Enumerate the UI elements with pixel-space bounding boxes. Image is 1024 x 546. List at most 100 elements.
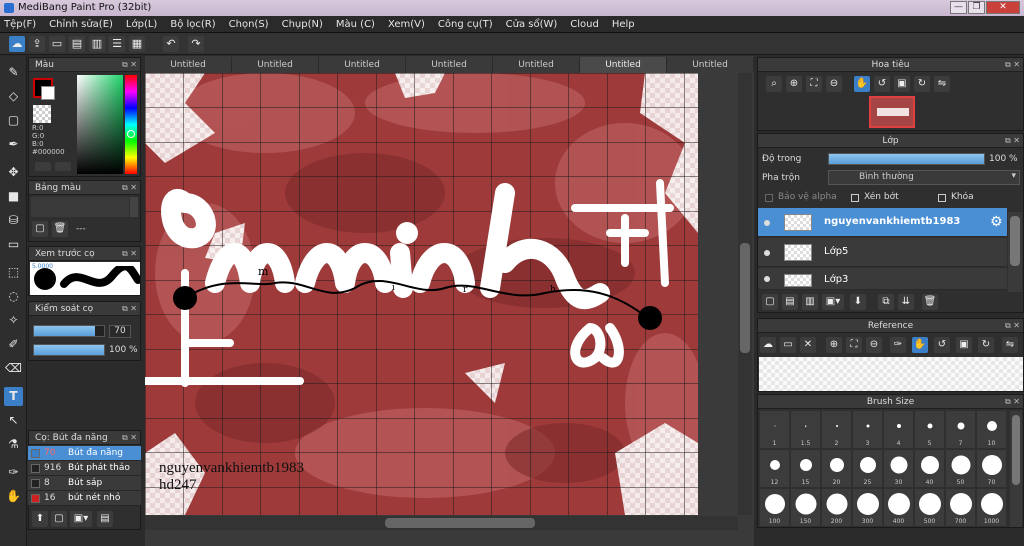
document-icon[interactable]: ▥: [89, 36, 105, 52]
navigator-thumbnail[interactable]: [869, 96, 915, 128]
bucket-tool-icon[interactable]: ⛁: [4, 211, 23, 230]
brush-item-fine[interactable]: 16 bút nét nhỏ: [28, 491, 141, 506]
menu-select[interactable]: Chọn(S): [229, 19, 269, 30]
brush-size-option[interactable]: 15: [791, 450, 820, 487]
clipping-checkbox[interactable]: [851, 194, 859, 202]
brush-size-option[interactable]: 1.5: [791, 411, 820, 448]
menu-edit[interactable]: Chỉnh sửa(E): [49, 19, 113, 30]
undo-icon[interactable]: ↶: [163, 36, 179, 52]
move-tool-icon[interactable]: ✥: [4, 163, 23, 182]
brush-size-option[interactable]: 3: [853, 411, 882, 448]
palette-swatch-area[interactable]: [31, 197, 129, 217]
vertical-scrollbar[interactable]: [738, 73, 752, 515]
brush-size-option[interactable]: 300: [853, 489, 882, 526]
panel-close-icon[interactable]: ⧉ ✕: [1005, 319, 1020, 333]
restore-button[interactable]: ❐: [968, 1, 985, 14]
brush-size-scrollbar[interactable]: [1010, 411, 1022, 527]
dropper-tool-icon[interactable]: ⚗: [4, 435, 23, 454]
layer-opacity-slider[interactable]: [828, 153, 985, 165]
minimize-button[interactable]: —: [950, 1, 967, 14]
new-folder-icon[interactable]: ▥: [802, 294, 818, 310]
hue-handle[interactable]: [127, 130, 135, 138]
select-eraser-icon[interactable]: ⌫: [4, 359, 23, 378]
new-brush-icon[interactable]: ▢: [51, 511, 67, 527]
protect-alpha-checkbox[interactable]: [765, 194, 773, 202]
lock-checkbox[interactable]: [938, 194, 946, 202]
vertical-scroll-thumb[interactable]: [740, 243, 750, 353]
panel-close-icon[interactable]: ⧉ ✕: [122, 58, 137, 72]
brush-size-slider[interactable]: [33, 325, 105, 337]
ref-zoom-in-icon[interactable]: ⊕: [826, 337, 842, 353]
eyedropper-icon[interactable]: ✑: [4, 463, 23, 482]
eraser-tool-icon[interactable]: ◇: [4, 87, 23, 106]
duplicate-layer-icon[interactable]: ⧉: [878, 294, 894, 310]
tab-untitled-1[interactable]: Untitled: [145, 57, 232, 73]
redo-icon[interactable]: ↷: [188, 36, 204, 52]
brush-size-option[interactable]: 12: [760, 450, 789, 487]
comment-icon[interactable]: ▭: [49, 36, 65, 52]
select-pen-icon[interactable]: ✐: [4, 335, 23, 354]
brush-settings-icon[interactable]: ▤: [97, 511, 113, 527]
brush-size-option[interactable]: 100: [760, 489, 789, 526]
transparent-swatch[interactable]: [33, 105, 51, 123]
pen-tool-icon[interactable]: ✒: [4, 135, 23, 154]
menu-snap[interactable]: Chụp(N): [282, 19, 323, 30]
select-rect-icon[interactable]: ⬚: [4, 263, 23, 282]
rectangle-tool-icon[interactable]: ▢: [4, 111, 23, 130]
hand-tool-icon[interactable]: ✋: [4, 487, 23, 506]
brush-opacity-slider[interactable]: [33, 344, 105, 356]
brush-size-option[interactable]: 40: [915, 450, 944, 487]
nav-zoom-in-icon[interactable]: ⊕: [786, 76, 802, 92]
brush-tool-icon[interactable]: ✎: [4, 63, 23, 82]
new-layer-icon[interactable]: ▢: [762, 294, 778, 310]
brush-size-option[interactable]: 5: [915, 411, 944, 448]
menu-layer[interactable]: Lớp(L): [126, 19, 157, 30]
nav-fit-icon[interactable]: ⛶: [806, 76, 822, 92]
nav-actual-size-icon[interactable]: ▣: [894, 76, 910, 92]
tab-untitled-3[interactable]: Untitled: [319, 57, 406, 73]
brush-size-option[interactable]: 10: [977, 411, 1006, 448]
ref-zoom-out-icon[interactable]: ⊖: [866, 337, 882, 353]
brush-size-option[interactable]: 2: [822, 411, 851, 448]
brush-size-option[interactable]: 500: [915, 489, 944, 526]
horizontal-scroll-thumb[interactable]: [385, 518, 535, 528]
new-palette-icon[interactable]: ▢: [32, 221, 48, 237]
panel-close-icon[interactable]: ⧉ ✕: [122, 431, 137, 445]
tab-untitled-5[interactable]: Untitled: [493, 57, 580, 73]
magic-wand-icon[interactable]: ✧: [4, 311, 23, 330]
panel-close-icon[interactable]: ⧉ ✕: [122, 181, 137, 195]
nav-rotate-left-icon[interactable]: ↺: [874, 76, 890, 92]
blend-mode-select[interactable]: Bình thường ▾: [828, 170, 1020, 185]
nav-zoom-out-icon[interactable]: ⊖: [826, 76, 842, 92]
add-brush-icon[interactable]: ⬆: [32, 511, 48, 527]
brush-size-option[interactable]: 4: [884, 411, 913, 448]
eye-icon[interactable]: [764, 276, 770, 282]
ref-fit-icon[interactable]: ⛶: [846, 337, 862, 353]
brush-item-multipen[interactable]: 70 Bút đa năng: [28, 446, 141, 461]
brush-size-option[interactable]: 400: [884, 489, 913, 526]
ref-rotate-left-icon[interactable]: ↺: [934, 337, 950, 353]
brush-size-option[interactable]: 7: [946, 411, 975, 448]
ref-rotate-right-icon[interactable]: ↻: [978, 337, 994, 353]
brush-menu-icon[interactable]: ▣▾: [70, 511, 92, 527]
close-button[interactable]: ✕: [986, 1, 1020, 14]
brush-size-option[interactable]: 150: [791, 489, 820, 526]
menu-cloud[interactable]: Cloud: [570, 19, 599, 30]
drawing-canvas[interactable]: m i r h nguyenvankhiemtb1983 hd247: [145, 73, 698, 515]
merge-layer-icon[interactable]: ⇊: [898, 294, 914, 310]
brush-size-option[interactable]: 70: [977, 450, 1006, 487]
list-icon[interactable]: ☰: [109, 36, 125, 52]
panel-close-icon[interactable]: ⧉ ✕: [122, 302, 137, 316]
brush-size-value[interactable]: 70: [109, 325, 131, 338]
nav-rotate-right-icon[interactable]: ↻: [914, 76, 930, 92]
menu-help[interactable]: Help: [612, 19, 635, 30]
color-mode-button[interactable]: [35, 162, 51, 171]
panel-close-icon[interactable]: ⧉ ✕: [1005, 58, 1020, 72]
saturation-value-picker[interactable]: [77, 75, 123, 174]
text-tool-icon[interactable]: T: [4, 387, 23, 406]
layer-row[interactable]: Lớp3: [758, 268, 1007, 290]
ref-actual-size-icon[interactable]: ▣: [956, 337, 972, 353]
palette-scrollbar[interactable]: [130, 197, 138, 217]
brush-size-option[interactable]: 50: [946, 450, 975, 487]
brush-size-option[interactable]: 1000: [977, 489, 1006, 526]
